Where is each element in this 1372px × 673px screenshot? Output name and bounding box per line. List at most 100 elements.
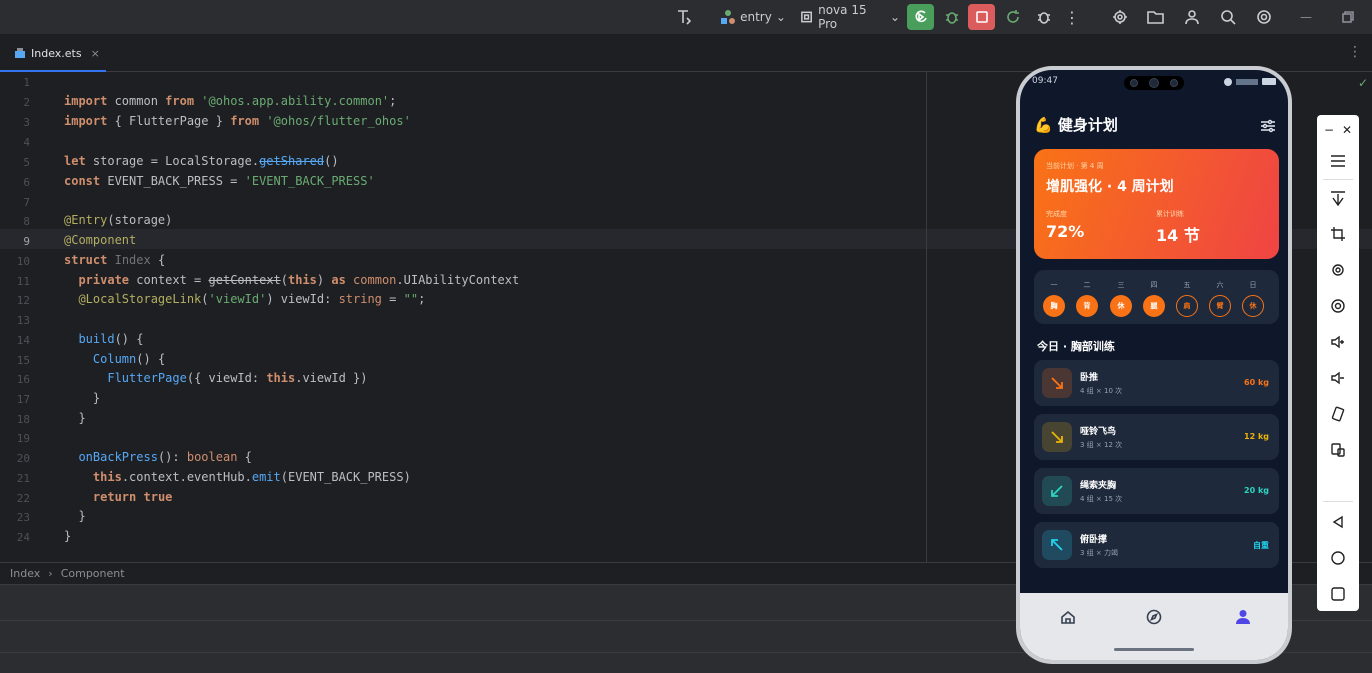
entry-label: entry [740,10,772,24]
day-chip-done[interactable]: 休 [1110,295,1132,317]
stop-button[interactable] [968,4,995,30]
day-label: 日 [1249,281,1257,289]
pin-top-icon[interactable] [1327,187,1349,209]
close-emulator-icon[interactable]: ✕ [1338,119,1356,141]
day-chip-upcoming[interactable]: 肩 [1176,295,1198,317]
text-tool-icon[interactable] [672,5,696,29]
code-line: } [64,411,86,425]
exercise-card[interactable]: 俯卧撑 3 组 × 力竭 自重 [1034,522,1279,568]
emulator-control-panel: − ✕ [1317,115,1359,611]
code-line: this.context.eventHub.emit(EVENT_BACK_PR… [92,470,411,484]
day-chip-done[interactable]: 胸 [1043,295,1065,317]
line-number: 15 [16,354,30,367]
phone-status-bar: 09:47 [1020,70,1288,94]
line-number: 6 [23,176,30,189]
minimize-icon[interactable]: — [1296,5,1316,29]
muscle-emoji: 💪 [1034,116,1053,134]
rotate-device-icon[interactable] [1327,403,1349,425]
exercise-sets: 3 组 × 12 次 [1080,441,1123,449]
account-icon[interactable] [1180,5,1204,29]
app-title-text: 健身计划 [1057,116,1118,134]
user-icon[interactable] [1236,609,1250,629]
more-vertical-icon[interactable]: ⋮ [1062,5,1082,29]
location-icon[interactable] [1327,295,1349,317]
exercise-weight: 12 kg [1244,432,1269,441]
line-number: 20 [16,452,30,465]
status-icons [1216,78,1276,86]
tab-index-ets[interactable]: Index.ets × [0,34,106,72]
home-circle-icon[interactable] [1327,547,1349,569]
device-screen[interactable]: 09:47 💪 健身计划 当前计划 · 第 4 周 增肌强化 · 4 周计划 完… [1020,70,1288,660]
line-number: 18 [16,413,30,426]
close-tab-icon[interactable]: × [91,47,100,60]
code-line: struct Index { [64,253,166,267]
exercise-name: 俯卧撑 [1080,535,1108,545]
exercise-arrow-icon [1042,530,1072,560]
line-number: 23 [16,511,30,524]
breadcrumb-item-component[interactable]: Component [61,567,125,580]
hero-stat-label-sessions: 累计训练 [1156,210,1184,218]
exercise-card[interactable]: 哑铃飞鸟 3 组 × 12 次 12 kg [1034,414,1279,460]
line-number: 3 [23,116,30,129]
entry-selector[interactable]: entry ⌄ [720,5,786,29]
home-indicator[interactable] [1114,648,1194,651]
exercise-weight: 自重 [1253,541,1269,550]
plan-hero-card[interactable]: 当前计划 · 第 4 周 增肌强化 · 4 周计划 完成度 72% 累计训练 1… [1034,149,1279,259]
exercise-sets: 4 组 × 10 次 [1080,387,1123,395]
multi-device-icon[interactable] [1327,439,1349,461]
day-chip-upcoming[interactable]: 休 [1242,295,1264,317]
line-number: 2 [23,96,30,109]
line-number: 21 [16,472,30,485]
volume-down-icon[interactable] [1327,367,1349,389]
recents-square-icon[interactable] [1327,583,1349,605]
compass-icon[interactable] [1146,609,1162,629]
menu-icon[interactable] [1327,150,1349,172]
debug-icon[interactable] [940,5,964,29]
code-line: onBackPress(): boolean { [78,450,252,464]
code-line: @Entry(storage) [64,213,173,227]
bottom-navigation [1020,593,1288,641]
day-chip-done[interactable]: 背 [1076,295,1098,317]
filter-settings-icon[interactable] [1260,118,1276,137]
run-button[interactable] [907,4,934,30]
gesture-bar [1020,641,1288,660]
day-chip-done[interactable]: 腿 [1143,295,1165,317]
exercise-weight: 20 kg [1244,486,1269,495]
volume-up-icon[interactable] [1327,331,1349,353]
home-icon[interactable] [1060,609,1076,629]
screenshot-crop-icon[interactable] [1327,223,1349,245]
device-selector[interactable]: nova 15 Pro ⌄ [800,3,900,31]
day-label: 二 [1083,281,1091,289]
status-time: 09:47 [1032,76,1058,86]
line-number: 10 [16,255,30,268]
code-line: import common from '@ohos.app.ability.co… [64,94,397,108]
exercise-card[interactable]: 卧推 4 组 × 10 次 60 kg [1034,360,1279,406]
folder-icon[interactable] [1144,5,1168,29]
inspection-ok-icon[interactable]: ✓ [1358,76,1368,90]
target-icon[interactable] [1108,5,1132,29]
minimize-emulator-icon[interactable]: − [1320,119,1338,141]
breadcrumb-item-index[interactable]: Index [10,567,40,580]
day-label: 四 [1150,281,1158,289]
attach-debugger-icon[interactable] [1032,5,1056,29]
restore-window-icon[interactable] [1338,5,1358,29]
rerun-icon[interactable] [1001,5,1025,29]
settings-gear-icon[interactable] [1252,5,1276,29]
code-line: } [64,391,101,405]
exercise-arrow-icon [1042,476,1072,506]
breadcrumb-separator: › [48,567,53,580]
exercise-card[interactable]: 绳索夹胸 4 组 × 15 次 20 kg [1034,468,1279,514]
line-number: 9 [23,235,30,248]
right-margin-guide [926,72,927,562]
exercise-sets: 3 组 × 力竭 [1080,549,1118,557]
search-icon[interactable] [1216,5,1240,29]
line-number: 22 [16,492,30,505]
line-number: 11 [16,275,30,288]
code-line: return true [92,490,173,504]
rotate-icon[interactable] [1327,259,1349,281]
day-chip-upcoming[interactable]: 臂 [1209,295,1231,317]
line-number: 4 [23,136,30,149]
chevron-down-icon: ⌄ [775,10,786,24]
tab-options-icon[interactable]: ⋮ [1348,44,1362,60]
back-triangle-icon[interactable] [1327,511,1349,533]
